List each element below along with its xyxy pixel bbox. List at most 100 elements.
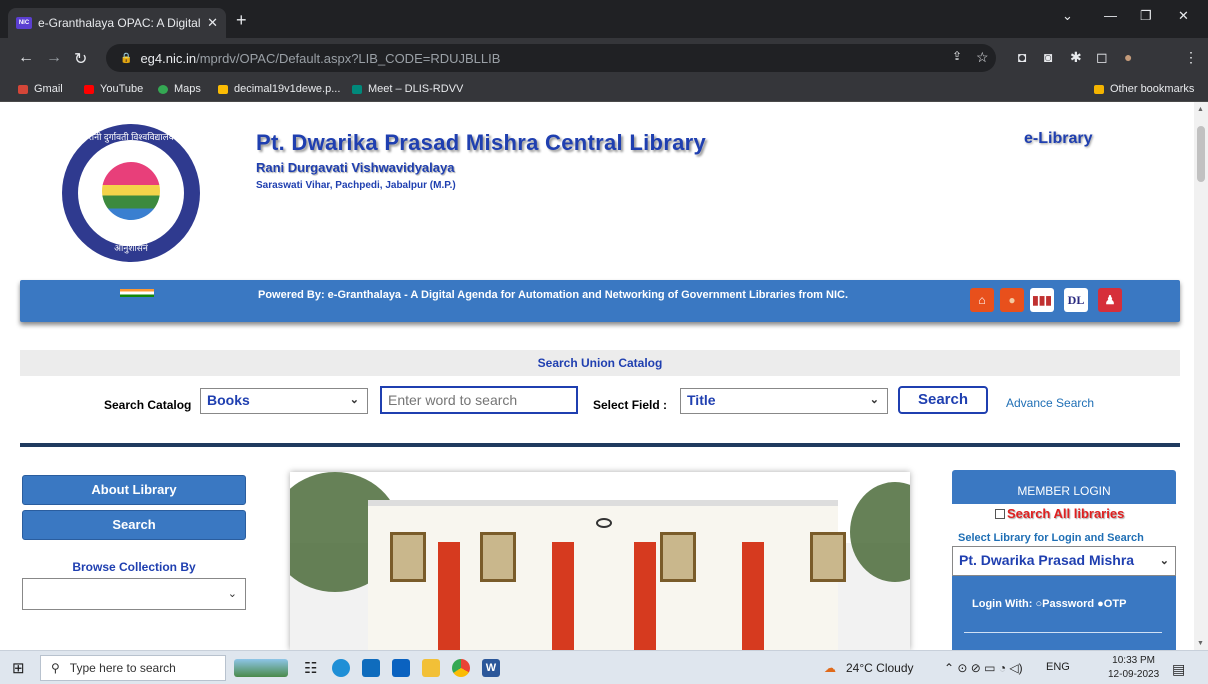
browser-tab[interactable]: NIC e-Granthalaya OPAC: A Digital A ✕ bbox=[8, 8, 226, 38]
tray-icons[interactable]: ⌃ ⊙ ⊘ ▭ ◔ ◁) bbox=[944, 661, 1023, 675]
weather-icon[interactable]: ☁ bbox=[824, 661, 836, 675]
bookmark-label: Gmail bbox=[34, 83, 63, 95]
bookmark-label: Maps bbox=[174, 83, 201, 95]
mail-icon[interactable] bbox=[392, 659, 410, 677]
login-input-line[interactable] bbox=[964, 632, 1162, 633]
weather-text[interactable]: 24°C Cloudy bbox=[846, 661, 914, 675]
store-icon[interactable] bbox=[362, 659, 380, 677]
browser-toolbar: ← → ↻ 🔒 eg4.nic.in/mprdv/OPAC/Default.as… bbox=[0, 38, 1208, 78]
url-path: /mprdv/OPAC/Default.aspx?LIB_CODE=RDUJBL… bbox=[196, 50, 501, 66]
page-scrollbar[interactable]: ▲ ▼ bbox=[1194, 102, 1208, 650]
file-explorer-icon[interactable] bbox=[422, 659, 440, 677]
taskbar-clock[interactable]: 10:33 PM 12-09-2023 bbox=[1108, 654, 1159, 682]
browse-collection-select[interactable]: ⌄ bbox=[22, 578, 246, 610]
search-catalog-label: Search Catalog bbox=[104, 398, 192, 412]
bookmark-meet[interactable]: Meet – DLIS-RDVV bbox=[352, 83, 463, 95]
bookmark-maps[interactable]: Maps bbox=[158, 83, 201, 95]
login-panel: Login With: ○Password ●OTP bbox=[952, 576, 1176, 650]
field-select[interactable]: Title ⌄ bbox=[680, 388, 888, 414]
folder-icon bbox=[1094, 84, 1104, 94]
scroll-thumb[interactable] bbox=[1197, 126, 1205, 182]
other-bookmarks[interactable]: Other bookmarks bbox=[1094, 83, 1194, 95]
login-with-row: Login With: ○Password ●OTP bbox=[972, 598, 1126, 610]
reload-icon[interactable]: ↻ bbox=[74, 49, 87, 69]
catalog-select[interactable]: Books ⌄ bbox=[200, 388, 368, 414]
extension-icon[interactable]: ◙ bbox=[1044, 49, 1052, 65]
library-select[interactable]: Pt. Dwarika Prasad Mishra ⌄ bbox=[952, 546, 1176, 576]
search-icon: ⚲ bbox=[51, 661, 60, 675]
search-all-label: Search All libraries bbox=[1007, 506, 1125, 521]
drive-icon bbox=[218, 84, 228, 94]
address-bar[interactable]: 🔒 eg4.nic.in/mprdv/OPAC/Default.aspx?LIB… bbox=[106, 44, 996, 72]
task-view-icon[interactable]: ☷ bbox=[304, 659, 322, 677]
clock-date: 12-09-2023 bbox=[1108, 669, 1160, 680]
tab-search-icon[interactable]: ⌄ bbox=[1062, 8, 1073, 24]
widgets-icon[interactable] bbox=[234, 659, 288, 677]
advance-search-link[interactable]: Advance Search bbox=[1006, 396, 1094, 410]
word-icon[interactable]: W bbox=[482, 659, 500, 677]
language-indicator[interactable]: ENG bbox=[1046, 661, 1070, 673]
minimize-icon[interactable]: — bbox=[1104, 8, 1117, 23]
side-panel-icon[interactable]: ◻ bbox=[1096, 49, 1108, 66]
about-library-button[interactable]: About Library bbox=[22, 475, 246, 505]
chrome-icon[interactable] bbox=[452, 659, 470, 677]
browser-tab-strip: NIC e-Granthalaya OPAC: A Digital A ✕ + … bbox=[0, 0, 1208, 38]
bookmark-label: decimal19v1dewe.p... bbox=[234, 83, 341, 95]
scroll-down-icon[interactable]: ▼ bbox=[1197, 640, 1204, 647]
search-input[interactable] bbox=[380, 386, 578, 414]
search-all-libraries[interactable]: Search All libraries bbox=[995, 506, 1124, 521]
restore-icon[interactable]: ❐ bbox=[1140, 8, 1152, 24]
close-tab-icon[interactable]: ✕ bbox=[207, 15, 218, 31]
university-name: Rani Durgavati Vishwavidyalaya bbox=[256, 160, 455, 175]
chevron-down-icon: ⌄ bbox=[349, 394, 359, 406]
bookmark-gmail[interactable]: Gmail bbox=[18, 83, 63, 95]
e-library-link[interactable]: e-Library bbox=[1024, 130, 1092, 148]
notification-icon[interactable]: ▤ bbox=[1172, 661, 1185, 678]
search-all-checkbox[interactable] bbox=[995, 508, 1005, 519]
windows-start-icon[interactable]: ⊞ bbox=[12, 659, 25, 677]
library-select-value: Pt. Dwarika Prasad Mishra bbox=[959, 552, 1135, 568]
url-host: eg4.nic.in bbox=[140, 50, 197, 66]
user-icon[interactable]: ● bbox=[1000, 288, 1024, 312]
author-icon[interactable]: ♟ bbox=[1098, 288, 1122, 312]
otp-option-label: OTP bbox=[1103, 598, 1127, 610]
home-icon[interactable]: ⌂ bbox=[970, 288, 994, 312]
catalog-select-value: Books bbox=[207, 392, 250, 408]
left-search-button[interactable]: Search bbox=[22, 510, 246, 540]
seal-top-text: रानी दुर्गावती विश्वविद्यालय bbox=[88, 132, 174, 142]
search-button[interactable]: Search bbox=[898, 386, 988, 414]
back-icon[interactable]: ← bbox=[18, 49, 34, 67]
bookmark-youtube[interactable]: YouTube bbox=[84, 83, 143, 95]
forward-icon[interactable]: → bbox=[46, 49, 62, 67]
extension-icon[interactable]: ◘ bbox=[1018, 49, 1026, 65]
menu-icon[interactable]: ⋮ bbox=[1184, 49, 1198, 66]
maps-icon bbox=[158, 84, 168, 94]
otp-radio[interactable]: ● bbox=[1097, 598, 1104, 610]
bookmark-drive[interactable]: decimal19v1dewe.p... bbox=[218, 83, 340, 95]
new-tab-button[interactable]: + bbox=[236, 10, 247, 31]
share-icon[interactable]: ⇪ bbox=[952, 49, 962, 63]
extensions-puzzle-icon[interactable]: ✱ bbox=[1070, 49, 1082, 66]
nic-favicon-icon: NIC bbox=[16, 17, 32, 29]
dl-icon[interactable]: DL bbox=[1064, 288, 1088, 312]
scroll-up-icon[interactable]: ▲ bbox=[1197, 106, 1204, 113]
profile-avatar-icon[interactable]: ● bbox=[1124, 49, 1132, 65]
powered-by-text: Powered By: e-Granthalaya - A Digital Ag… bbox=[258, 289, 848, 301]
bookmark-star-icon[interactable]: ☆ bbox=[976, 49, 989, 66]
powered-by-banner: Powered By: e-Granthalaya - A Digital Ag… bbox=[20, 280, 1180, 322]
library-title: Pt. Dwarika Prasad Mishra Central Librar… bbox=[256, 130, 707, 155]
taskbar-search[interactable]: ⚲ Type here to search bbox=[40, 655, 226, 681]
lock-icon: 🔒 bbox=[120, 52, 133, 64]
chevron-down-icon: ⌄ bbox=[869, 394, 879, 406]
stats-icon[interactable]: ▮▮▮ bbox=[1030, 288, 1054, 312]
edge-icon[interactable] bbox=[332, 659, 350, 677]
search-union-catalog-heading: Search Union Catalog bbox=[20, 350, 1180, 376]
library-address: Saraswati Vihar, Pachpedi, Jabalpur (M.P… bbox=[256, 180, 456, 191]
login-with-label: Login With: bbox=[972, 598, 1033, 610]
web-page: रानी दुर्गावती विश्वविद्यालय आनुशासनं Pt… bbox=[0, 102, 1194, 650]
bookmark-label: Meet – DLIS-RDVV bbox=[368, 83, 464, 95]
password-option-label: Password bbox=[1042, 598, 1095, 610]
library-building-photo bbox=[290, 472, 910, 650]
bookmark-label: Other bookmarks bbox=[1110, 83, 1195, 95]
close-window-icon[interactable]: ✕ bbox=[1178, 8, 1189, 24]
